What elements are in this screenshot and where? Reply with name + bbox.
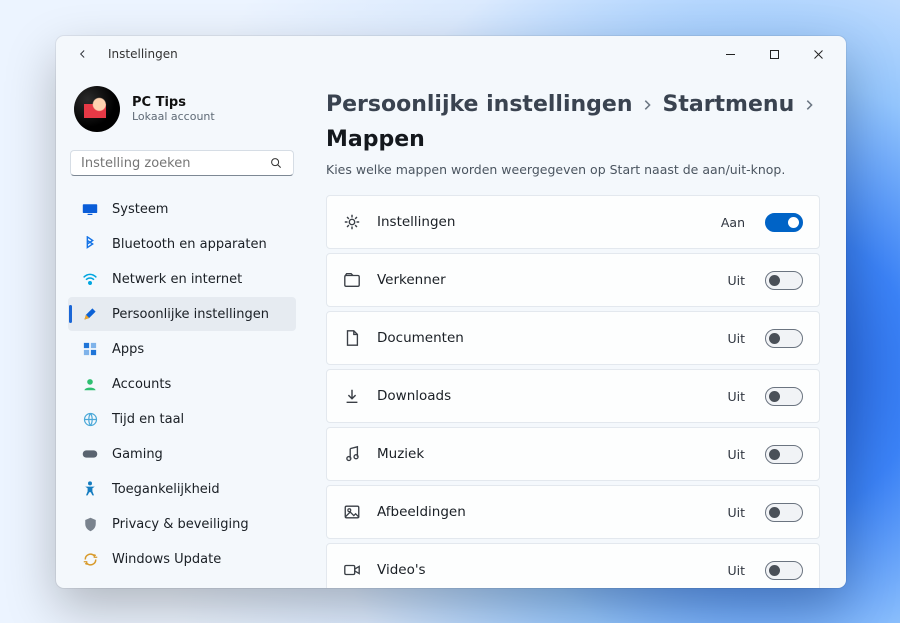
sidebar-item-persoonlijk[interactable]: Persoonlijke instellingen [68,297,296,331]
shield-icon [82,516,98,532]
sidebar-item-label: Accounts [112,377,171,392]
wifi-icon [82,271,98,287]
update-icon [82,551,98,567]
toggle-state-label: Uit [727,273,745,288]
sidebar-item-accounts[interactable]: Accounts [68,367,296,401]
folder-row-videos: Video's Uit [326,543,820,588]
toggle-muziek[interactable] [765,445,803,464]
breadcrumb-level3: Mappen [326,127,425,152]
sidebar-item-label: Tijd en taal [112,412,184,427]
folder-row-label: Afbeeldingen [377,504,711,520]
back-button[interactable] [66,40,100,68]
sidebar-item-label: Gaming [112,447,163,462]
personalize-icon [82,306,98,322]
folder-row-label: Instellingen [377,214,705,230]
toggle-videos[interactable] [765,561,803,580]
folder-row-label: Muziek [377,446,711,462]
profile-block[interactable]: PC Tips Lokaal account [68,86,296,146]
documenten-icon [343,329,361,347]
verkenner-icon [343,271,361,289]
titlebar: Instellingen [56,36,846,72]
sidebar-item-tijd[interactable]: Tijd en taal [68,402,296,436]
sidebar-item-label: Windows Update [112,552,221,567]
bluetooth-icon [82,236,98,252]
videos-icon [343,561,361,579]
downloads-icon [343,387,361,405]
folder-row-label: Video's [377,562,711,578]
display-icon [82,201,98,217]
window-title: Instellingen [108,47,178,61]
toggle-verkenner[interactable] [765,271,803,290]
nav: Systeem Bluetooth en apparaten Netwerk e… [68,192,296,576]
avatar [74,86,120,132]
settings-window: Instellingen PC Tips Lokaal account [56,36,846,588]
sidebar-item-label: Apps [112,342,144,357]
breadcrumb-level1[interactable]: Persoonlijke instellingen [326,92,632,117]
sidebar-item-label: Persoonlijke instellingen [112,307,269,322]
page-description: Kies welke mappen worden weergegeven op … [326,162,820,177]
folder-row-afbeeldingen: Afbeeldingen Uit [326,485,820,539]
folder-row-label: Downloads [377,388,711,404]
chevron-right-icon [804,99,814,111]
folder-row-downloads: Downloads Uit [326,369,820,423]
minimize-button[interactable] [708,39,752,69]
toggle-instellingen[interactable] [765,213,803,232]
accounts-icon [82,376,98,392]
apps-icon [82,341,98,357]
sidebar-item-update[interactable]: Windows Update [68,542,296,576]
sidebar-item-label: Privacy & beveiliging [112,517,249,532]
close-button[interactable] [796,39,840,69]
gaming-icon [82,446,98,462]
sidebar-item-apps[interactable]: Apps [68,332,296,366]
toggle-state-label: Uit [727,389,745,404]
toggle-state-label: Uit [727,331,745,346]
profile-subtitle: Lokaal account [132,110,215,123]
afbeeldingen-icon [343,503,361,521]
folder-row-label: Documenten [377,330,711,346]
sidebar-item-systeem[interactable]: Systeem [68,192,296,226]
maximize-button[interactable] [752,39,796,69]
muziek-icon [343,445,361,463]
sidebar-item-bluetooth[interactable]: Bluetooth en apparaten [68,227,296,261]
globe-icon [82,411,98,427]
toggle-downloads[interactable] [765,387,803,406]
toggle-state-label: Uit [727,447,745,462]
search-icon [269,156,283,170]
folder-row-verkenner: Verkenner Uit [326,253,820,307]
toggle-afbeeldingen[interactable] [765,503,803,522]
folder-row-muziek: Muziek Uit [326,427,820,481]
sidebar-item-privacy[interactable]: Privacy & beveiliging [68,507,296,541]
toggle-documenten[interactable] [765,329,803,348]
chevron-right-icon [642,99,652,111]
profile-name: PC Tips [132,95,215,110]
folder-row-documenten: Documenten Uit [326,311,820,365]
search-box[interactable] [70,150,294,176]
accessibility-icon [82,481,98,497]
main-content: Persoonlijke instellingen Startmenu Mapp… [308,72,846,588]
sidebar-item-label: Systeem [112,202,168,217]
folder-row-instellingen: Instellingen Aan [326,195,820,249]
instellingen-icon [343,213,361,231]
toggle-state-label: Uit [727,563,745,578]
sidebar-item-gaming[interactable]: Gaming [68,437,296,471]
breadcrumb: Persoonlijke instellingen Startmenu Mapp… [326,92,820,152]
sidebar: PC Tips Lokaal account Systeem [56,72,308,588]
sidebar-item-netwerk[interactable]: Netwerk en internet [68,262,296,296]
search-input[interactable] [81,156,269,171]
sidebar-item-label: Netwerk en internet [112,272,242,287]
breadcrumb-level2[interactable]: Startmenu [662,92,794,117]
folder-toggle-list: Instellingen Aan Verkenner Uit Documenten Uit… [326,195,820,588]
toggle-state-label: Uit [727,505,745,520]
toggle-state-label: Aan [721,215,745,230]
folder-row-label: Verkenner [377,272,711,288]
sidebar-item-toegankelijkheid[interactable]: Toegankelijkheid [68,472,296,506]
sidebar-item-label: Toegankelijkheid [112,482,220,497]
sidebar-item-label: Bluetooth en apparaten [112,237,267,252]
